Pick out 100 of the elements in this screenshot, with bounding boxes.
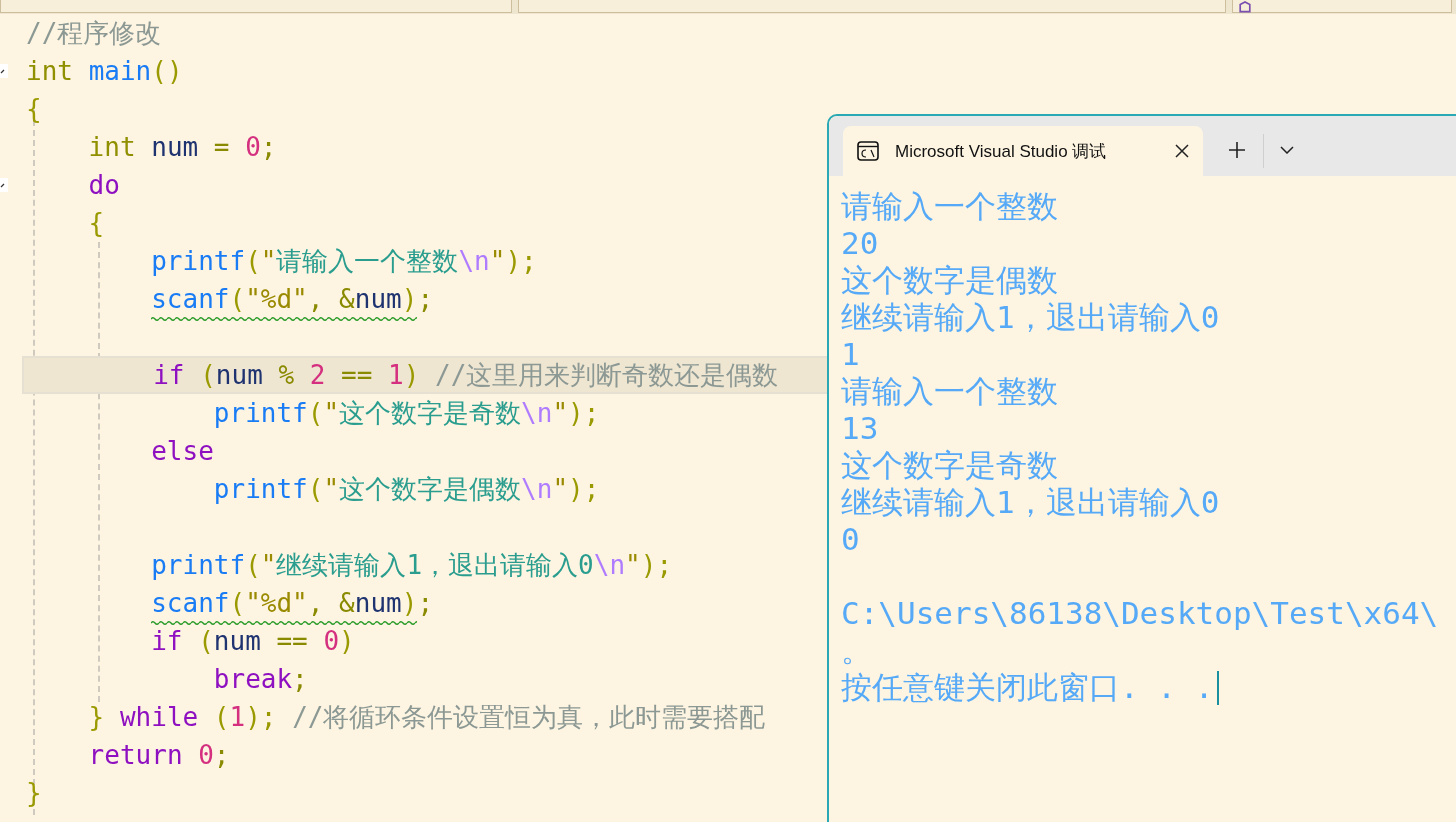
code-text: num bbox=[151, 131, 200, 164]
code-text: % bbox=[278, 359, 296, 392]
plus-icon[interactable] bbox=[1229, 142, 1245, 158]
code-text: //这里用来判断奇数还是偶数 bbox=[435, 359, 779, 392]
console-text: 请输入一个整数 bbox=[841, 188, 1058, 225]
console-text: 。 bbox=[841, 632, 872, 669]
code-text: ; bbox=[417, 587, 434, 620]
terminal-icon bbox=[857, 140, 879, 162]
code-text: printf bbox=[213, 473, 308, 506]
code-text: ( bbox=[213, 701, 230, 734]
code-text: do bbox=[88, 169, 120, 202]
code-text: "%d" bbox=[245, 283, 308, 316]
console-text: 0 bbox=[841, 521, 860, 558]
code-text: else bbox=[151, 435, 214, 468]
console-text: 20 bbox=[841, 225, 879, 262]
code-text: break bbox=[213, 663, 293, 696]
code-text: \n bbox=[458, 245, 490, 278]
code-text: " bbox=[260, 549, 277, 582]
code-text: 这个数字是奇数 bbox=[339, 397, 522, 430]
code-text: main bbox=[88, 55, 152, 88]
code-text: ( bbox=[307, 397, 324, 430]
code-text: " bbox=[552, 473, 569, 506]
code-text: num bbox=[354, 587, 402, 620]
code-text: } bbox=[88, 701, 106, 734]
code-text: 请输入一个整数 bbox=[276, 245, 459, 278]
console-text: C:\Users\86138\Desktop\Test\x64\ bbox=[841, 595, 1439, 632]
tab-title: Microsoft Visual Studio 调试 bbox=[895, 140, 1108, 163]
code-text: ( bbox=[245, 549, 261, 582]
code-text: int bbox=[88, 131, 137, 164]
code-text: printf bbox=[213, 397, 308, 430]
code-text: 1 bbox=[229, 701, 246, 734]
code-text: 1 bbox=[388, 359, 404, 392]
code-text: 这个数字是偶数 bbox=[339, 473, 522, 506]
code-text: scanf bbox=[151, 283, 230, 316]
code-text: == bbox=[276, 625, 309, 658]
console-tab[interactable]: Microsoft Visual Studio 调试 bbox=[843, 126, 1203, 176]
code-text: ; bbox=[292, 663, 308, 696]
code-text: () bbox=[151, 55, 183, 88]
scope-dropdown[interactable] bbox=[1232, 0, 1452, 13]
code-text: num bbox=[213, 625, 262, 658]
code-text: , & bbox=[307, 587, 355, 620]
code-text: ); bbox=[568, 397, 600, 430]
code-text: " bbox=[489, 245, 506, 278]
code-text: == bbox=[341, 359, 374, 392]
console-text: 继续请输入1，退出请输入0 bbox=[841, 484, 1220, 521]
code-text: ( bbox=[245, 245, 261, 278]
code-text: { bbox=[26, 93, 42, 126]
code-text: { bbox=[88, 207, 105, 240]
code-text: " bbox=[625, 549, 641, 582]
code-text: if bbox=[151, 625, 184, 658]
code-text: " bbox=[323, 473, 340, 506]
code-text: ( bbox=[307, 473, 324, 506]
close-icon[interactable] bbox=[1175, 144, 1189, 158]
code-text: " bbox=[323, 397, 340, 430]
code-text: ) bbox=[403, 359, 421, 392]
code-text: num bbox=[354, 283, 402, 316]
code-text: scanf bbox=[151, 587, 230, 620]
code-text: if bbox=[153, 359, 186, 392]
code-text: \n bbox=[521, 397, 553, 430]
fold-marker-icon[interactable] bbox=[0, 64, 8, 78]
code-text: = bbox=[213, 131, 231, 164]
code-text: , & bbox=[307, 283, 355, 316]
code-text: ; bbox=[213, 739, 230, 772]
code-text: } bbox=[26, 777, 42, 810]
code-text: 0 bbox=[198, 739, 214, 772]
code-text: num bbox=[215, 359, 264, 392]
code-text: ) bbox=[401, 587, 418, 620]
code-text: ( bbox=[200, 359, 216, 392]
code-text: while bbox=[119, 701, 200, 734]
console-text: 请输入一个整数 bbox=[841, 373, 1058, 410]
code-text: printf bbox=[151, 549, 246, 582]
code-text: ( bbox=[229, 587, 246, 620]
code-text: ); bbox=[568, 473, 600, 506]
code-text: ( bbox=[229, 283, 246, 316]
chevron-down-icon[interactable] bbox=[1280, 146, 1294, 154]
code-text: //将循环条件设置恒为真，此时需要搭配 bbox=[292, 701, 766, 734]
console-text: 1 bbox=[841, 336, 860, 373]
code-text: ); bbox=[505, 245, 537, 278]
code-text: int bbox=[26, 55, 74, 88]
console-text: 继续请输入1，退出请输入0 bbox=[841, 299, 1220, 336]
code-text: \n bbox=[593, 549, 626, 582]
code-text: ; bbox=[260, 131, 277, 164]
code-text: 继续请输入1，退出请输入0 bbox=[276, 549, 594, 582]
code-text: " bbox=[552, 397, 569, 430]
code-text: ); bbox=[245, 701, 278, 734]
code-text: 2 bbox=[309, 359, 327, 392]
code-text: ) bbox=[339, 625, 355, 658]
code-text: 0 bbox=[323, 625, 340, 658]
code-text: " bbox=[260, 245, 277, 278]
code-text: ; bbox=[417, 283, 434, 316]
cube-icon bbox=[1239, 4, 1251, 12]
code-text: "%d" bbox=[245, 587, 308, 620]
code-text: //程序修改 bbox=[26, 17, 162, 50]
console-text: 这个数字是偶数 bbox=[841, 262, 1058, 299]
console-text: 这个数字是奇数 bbox=[841, 447, 1058, 484]
fold-marker-icon[interactable] bbox=[0, 178, 8, 192]
code-text: ( bbox=[198, 625, 214, 658]
code-text: \n bbox=[521, 473, 553, 506]
code-text: return bbox=[88, 739, 184, 772]
code-text: ) bbox=[401, 283, 418, 316]
